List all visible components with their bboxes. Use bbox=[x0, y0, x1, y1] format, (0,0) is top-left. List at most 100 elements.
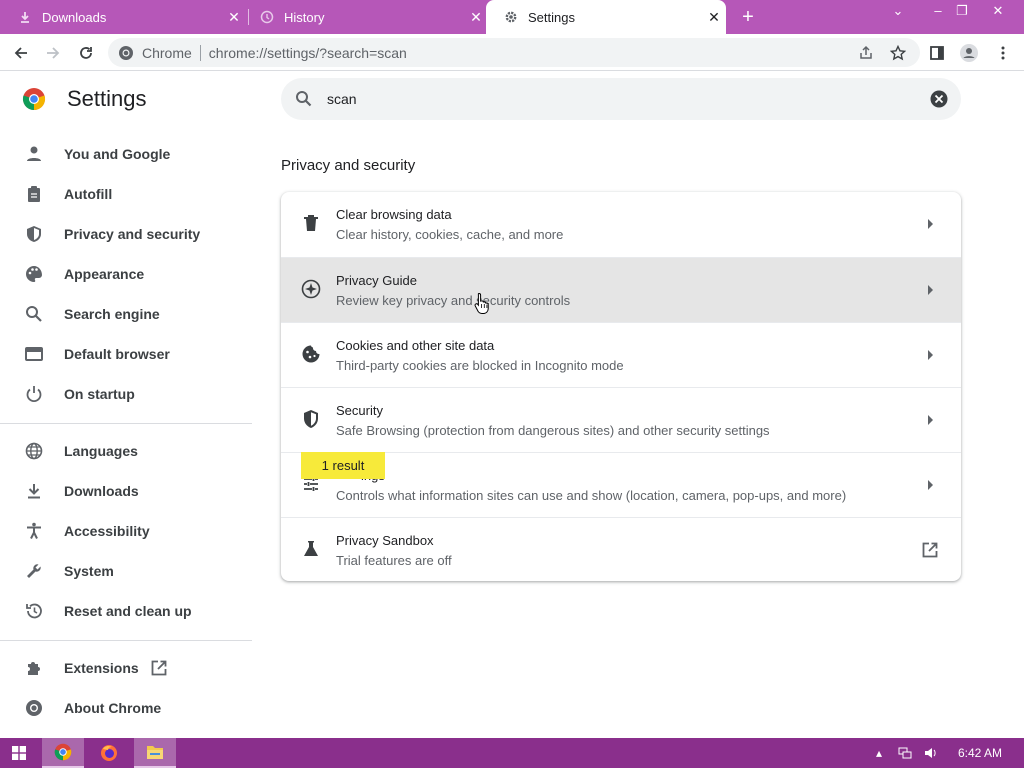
sidebar-item-label: Default browser bbox=[64, 346, 170, 362]
menu-button[interactable] bbox=[990, 40, 1016, 66]
clear-search-icon[interactable] bbox=[929, 89, 949, 109]
reload-button[interactable] bbox=[73, 40, 99, 66]
sidebar-item-label: Accessibility bbox=[64, 523, 150, 539]
history-icon bbox=[260, 10, 274, 24]
sidebar-item-label: Downloads bbox=[64, 483, 139, 499]
side-panel-icon bbox=[930, 46, 944, 60]
sidebar-item-autofill[interactable]: Autofill bbox=[0, 176, 252, 212]
sidebar-item-label: Autofill bbox=[64, 186, 113, 202]
row-clear-browsing-data[interactable]: Clear browsing data Clear history, cooki… bbox=[281, 192, 961, 257]
sidebar-divider bbox=[0, 423, 252, 424]
sidebar-item-extensions[interactable]: Extensions bbox=[0, 650, 252, 686]
compass-icon bbox=[301, 279, 321, 299]
trash-icon bbox=[301, 213, 321, 233]
profile-button[interactable] bbox=[956, 40, 982, 66]
row-title: Privacy Sandbox bbox=[336, 533, 434, 548]
tab-history[interactable]: History ✕ bbox=[242, 0, 488, 34]
tab-downloads[interactable]: Downloads ✕ bbox=[0, 0, 246, 34]
person-icon bbox=[24, 144, 44, 164]
forward-button[interactable] bbox=[40, 40, 66, 66]
flask-icon bbox=[301, 539, 321, 559]
sidebar-item-you-and-google[interactable]: You and Google bbox=[0, 136, 252, 172]
search-icon bbox=[24, 304, 44, 324]
page-title: Settings bbox=[67, 86, 147, 111]
start-button[interactable] bbox=[0, 738, 38, 768]
sidebar-item-accessibility[interactable]: Accessibility bbox=[0, 513, 252, 549]
reload-icon bbox=[80, 47, 92, 59]
arrow-right-icon bbox=[928, 415, 933, 425]
sidebar-item-privacy-and-security[interactable]: Privacy and security bbox=[0, 216, 252, 252]
row-subtitle: Trial features are off bbox=[336, 553, 452, 568]
network-icon[interactable] bbox=[898, 738, 916, 768]
shield-icon bbox=[24, 224, 44, 244]
sidebar-item-label: System bbox=[64, 563, 114, 579]
address-bar[interactable]: Chrome chrome://settings/?search=scan bbox=[108, 38, 920, 67]
wrench-icon bbox=[24, 561, 44, 581]
sidebar-item-system[interactable]: System bbox=[0, 553, 252, 589]
site-label: Chrome bbox=[142, 44, 192, 61]
browser-icon bbox=[24, 344, 44, 364]
open-in-new-icon bbox=[150, 659, 168, 677]
url-text[interactable]: chrome://settings/?search=scan bbox=[209, 45, 407, 61]
palette-icon bbox=[24, 264, 44, 284]
volume-icon[interactable] bbox=[924, 738, 942, 768]
sidebar-item-languages[interactable]: Languages bbox=[0, 433, 252, 469]
search-icon bbox=[296, 91, 312, 107]
bookmark-button[interactable] bbox=[885, 40, 911, 66]
row-privacy-guide[interactable]: Privacy Guide Review key privacy and sec… bbox=[281, 257, 961, 322]
download-icon bbox=[24, 481, 44, 501]
close-tab-icon[interactable]: ✕ bbox=[464, 9, 488, 26]
row-subtitle: Safe Browsing (protection from dangerous… bbox=[336, 423, 770, 438]
tab-strip: Downloads ✕ History ✕ Settings ✕ + ⌄ – ❐… bbox=[0, 0, 1024, 34]
back-button[interactable] bbox=[8, 40, 34, 66]
side-panel-button[interactable] bbox=[924, 40, 950, 66]
row-security[interactable]: Security Safe Browsing (protection from … bbox=[281, 387, 961, 452]
restore-icon bbox=[24, 601, 44, 621]
taskbar-firefox[interactable] bbox=[88, 738, 130, 768]
row-title: Privacy Guide bbox=[336, 273, 417, 288]
sidebar-item-default-browser[interactable]: Default browser bbox=[0, 336, 252, 372]
sidebar-item-reset-and-clean-up[interactable]: Reset and clean up bbox=[0, 593, 252, 629]
open-in-new-icon bbox=[922, 542, 938, 558]
sidebar-item-downloads[interactable]: Downloads bbox=[0, 473, 252, 509]
close-window-button[interactable]: ✕ bbox=[982, 0, 1014, 22]
row-cookies[interactable]: Cookies and other site data Third-party … bbox=[281, 322, 961, 387]
arrow-right-icon bbox=[928, 219, 933, 229]
sidebar-item-label: Privacy and security bbox=[64, 226, 201, 242]
sidebar-item-label: Search engine bbox=[64, 306, 160, 322]
tab-settings[interactable]: Settings ✕ bbox=[486, 0, 726, 34]
shield-icon bbox=[301, 409, 321, 429]
settings-search-box[interactable] bbox=[281, 78, 961, 120]
row-title: Clear browsing data bbox=[336, 207, 452, 222]
search-input[interactable] bbox=[327, 88, 907, 110]
omnibox-divider bbox=[199, 44, 201, 61]
sidebar-item-appearance[interactable]: Appearance bbox=[0, 256, 252, 292]
taskbar-chrome[interactable] bbox=[42, 738, 84, 768]
tab-search-icon[interactable]: ⌄ bbox=[882, 0, 914, 22]
settings-sidebar: Settings You and Google Autofill Privacy… bbox=[0, 72, 252, 738]
section-title: Privacy and security bbox=[281, 157, 416, 174]
row-title: Security bbox=[336, 403, 383, 418]
arrow-right-icon bbox=[47, 47, 60, 59]
row-privacy-sandbox[interactable]: Privacy Sandbox Trial features are off bbox=[281, 517, 961, 581]
chrome-logo-icon bbox=[22, 88, 46, 111]
gear-icon bbox=[504, 10, 518, 24]
close-tab-icon[interactable]: ✕ bbox=[702, 9, 726, 26]
sidebar-item-label: On startup bbox=[64, 386, 135, 402]
share-button[interactable] bbox=[853, 40, 879, 66]
clock[interactable]: 6:42 AM bbox=[958, 738, 1006, 768]
sidebar-item-on-startup[interactable]: On startup bbox=[0, 376, 252, 412]
new-tab-button[interactable]: + bbox=[736, 4, 760, 30]
sidebar-item-label: About Chrome bbox=[64, 700, 162, 716]
row-title: Cookies and other site data bbox=[336, 338, 495, 353]
restore-button[interactable]: ❐ bbox=[946, 0, 978, 22]
windows-icon bbox=[12, 746, 26, 760]
taskbar-file-explorer[interactable] bbox=[134, 738, 176, 768]
chrome-icon bbox=[24, 698, 44, 718]
privacy-settings-card: Clear browsing data Clear history, cooki… bbox=[281, 192, 961, 581]
show-hidden-icons-icon[interactable]: ▴ bbox=[876, 738, 886, 768]
chrome-icon bbox=[54, 743, 72, 761]
sidebar-item-about-chrome[interactable]: About Chrome bbox=[0, 690, 252, 726]
sidebar-item-search-engine[interactable]: Search engine bbox=[0, 296, 252, 332]
clipboard-icon bbox=[24, 184, 44, 204]
